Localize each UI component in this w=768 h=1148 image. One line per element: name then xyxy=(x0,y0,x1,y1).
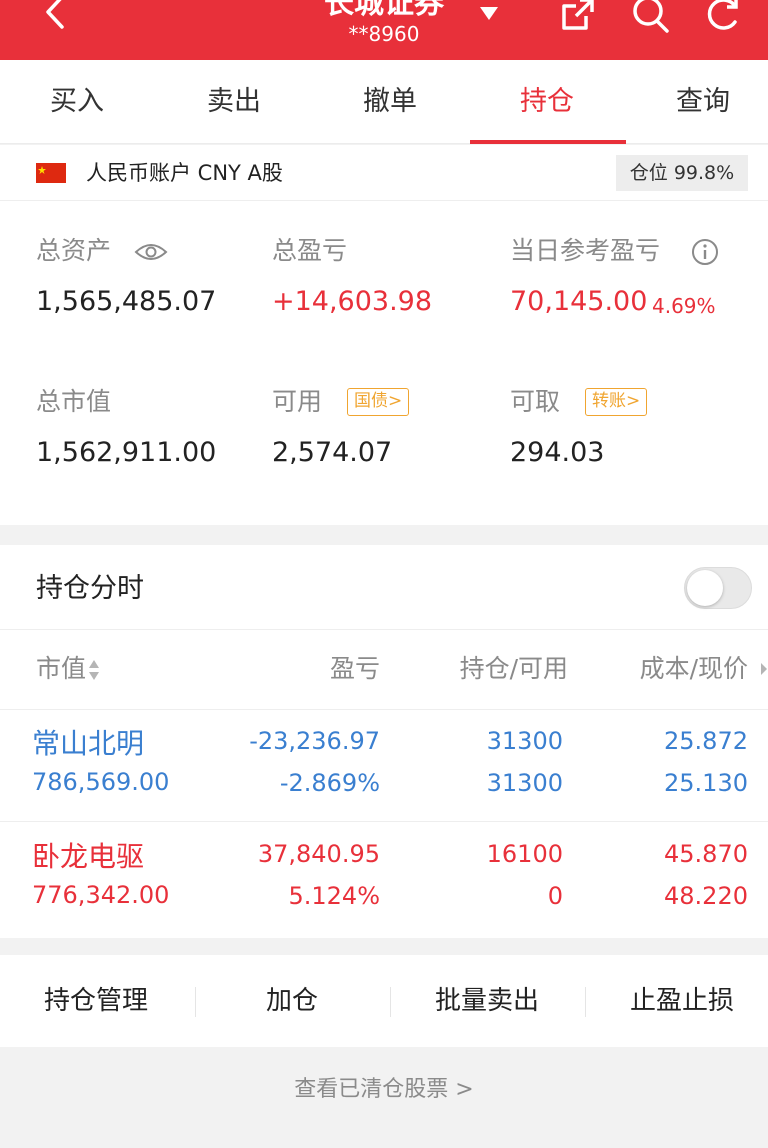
share-button[interactable] xyxy=(556,0,600,36)
holdings-timeshare-label: 持仓分时 xyxy=(36,573,144,604)
tab-sell[interactable]: 卖出 xyxy=(157,60,311,144)
scroll-right-icon[interactable] xyxy=(760,661,768,677)
stock-available: 0 xyxy=(547,882,563,910)
total-pnl-value: +14,603.98 xyxy=(272,286,433,317)
refresh-icon xyxy=(707,0,738,30)
active-tab-indicator xyxy=(470,140,626,144)
daily-pnl-percent: 4.69% xyxy=(652,294,716,318)
position-ratio-badge: 仓位 99.8% xyxy=(616,155,748,191)
eye-icon[interactable] xyxy=(134,241,168,263)
col-cost-price: 成本/现价 xyxy=(639,654,748,683)
stock-market-value: 776,342.00 xyxy=(32,881,170,909)
view-cleared-stocks-link[interactable]: 查看已清仓股票 > xyxy=(0,1070,768,1110)
total-pnl-label: 总盈亏 xyxy=(272,236,348,265)
stock-pnl: -23,236.97 xyxy=(249,727,380,755)
withdrawable-label: 可取 xyxy=(510,387,561,416)
batch-sell-button[interactable]: 批量卖出 xyxy=(391,955,583,1047)
share-icon xyxy=(562,0,594,30)
caret-down-icon[interactable] xyxy=(478,2,500,24)
stock-name[interactable]: 常山北明 xyxy=(32,726,144,762)
stock-pnl-percent: -2.869% xyxy=(279,769,380,797)
tab-buy[interactable]: 买入 xyxy=(0,60,154,144)
stock-price: 25.130 xyxy=(664,769,748,797)
sort-icon xyxy=(89,660,100,680)
daily-pnl-label: 当日参考盈亏 xyxy=(510,236,661,265)
stock-position: 16100 xyxy=(486,840,563,868)
tab-query[interactable]: 查询 xyxy=(626,60,768,144)
stock-name[interactable]: 卧龙电驱 xyxy=(32,839,144,875)
trade-tabs: 买入 卖出 撤单 持仓 查询 xyxy=(0,60,768,144)
total-assets-value: 1,565,485.07 xyxy=(36,286,217,317)
refresh-button[interactable] xyxy=(700,0,744,36)
app-header: 长城证券 **8960 xyxy=(0,0,768,60)
section-divider xyxy=(0,629,768,630)
account-currency-label: 人民币账户 CNY A股 xyxy=(86,161,283,185)
total-assets-label: 总资产 xyxy=(36,236,112,265)
tab-cancel[interactable]: 撤单 xyxy=(313,60,467,144)
header-divider xyxy=(0,709,768,710)
toggle-knob xyxy=(687,570,723,606)
info-icon[interactable] xyxy=(690,237,720,267)
search-icon xyxy=(633,0,669,33)
stock-market-value: 786,569.00 xyxy=(32,768,170,796)
holdings-actions-bar: 持仓管理 加仓 批量卖出 止盈止损 xyxy=(0,955,768,1047)
add-position-button[interactable]: 加仓 xyxy=(196,955,388,1047)
col-position: 持仓/可用 xyxy=(459,654,568,683)
col-pnl: 盈亏 xyxy=(329,654,380,683)
col-market-value-label: 市值 xyxy=(36,654,87,683)
take-profit-stop-loss-button[interactable]: 止盈止损 xyxy=(586,955,768,1047)
stock-cost: 25.872 xyxy=(664,727,748,755)
treasury-tag[interactable]: 国债> xyxy=(347,388,410,416)
col-market-value[interactable]: 市值 xyxy=(36,649,100,689)
transfer-tag[interactable]: 转账> xyxy=(585,388,648,416)
holdings-timeshare-toggle[interactable] xyxy=(684,567,752,609)
market-value-label: 总市值 xyxy=(36,387,112,416)
stock-available: 31300 xyxy=(486,769,563,797)
withdrawable-value: 294.03 xyxy=(510,437,605,468)
stock-price: 48.220 xyxy=(664,882,748,910)
stock-cost: 45.870 xyxy=(664,840,748,868)
available-label: 可用 xyxy=(272,387,323,416)
china-flag-icon xyxy=(36,163,66,183)
daily-pnl-value: 70,145.00 xyxy=(510,286,648,317)
search-button[interactable] xyxy=(628,0,672,36)
stock-pnl: 37,840.95 xyxy=(257,840,380,868)
account-summary: 人民币账户 CNY A股 仓位 99.8% 总资产 1,565,485.07 总… xyxy=(0,145,768,525)
holdings-section: 持仓分时 市值 盈亏 持仓/可用 成本/现价 常山北明 786,569.00 -… xyxy=(0,545,768,938)
account-row: 人民币账户 CNY A股 仓位 99.8% xyxy=(0,145,768,201)
market-value-value: 1,562,911.00 xyxy=(36,437,217,468)
stock-position: 31300 xyxy=(486,727,563,755)
manage-holdings-button[interactable]: 持仓管理 xyxy=(0,955,192,1047)
stock-pnl-percent: 5.124% xyxy=(288,882,380,910)
tab-holdings[interactable]: 持仓 xyxy=(470,60,624,144)
row-divider xyxy=(0,821,768,822)
available-value: 2,574.07 xyxy=(272,437,393,468)
